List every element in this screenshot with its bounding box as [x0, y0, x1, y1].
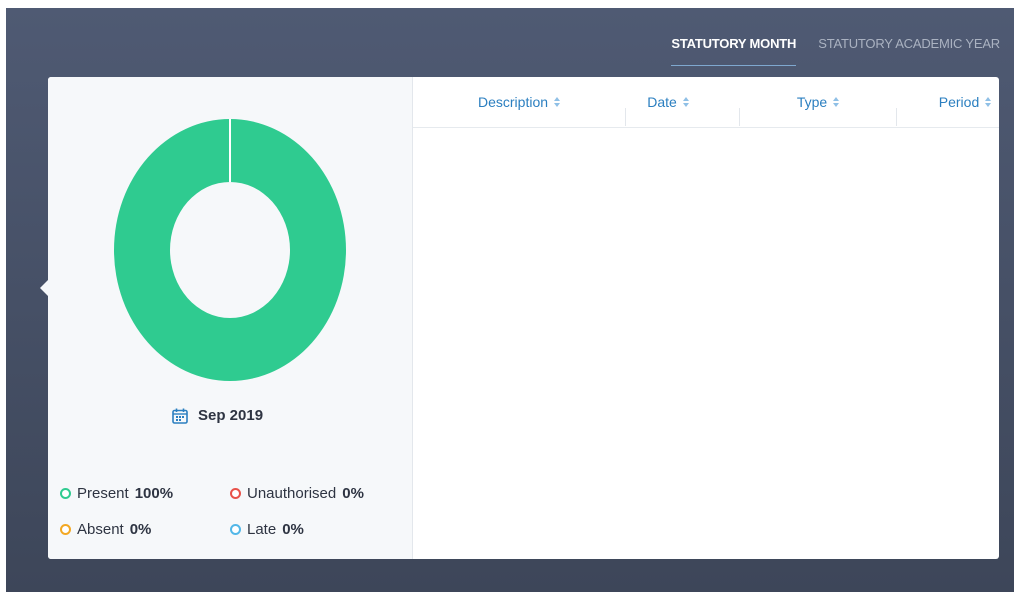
tab-statutory-month[interactable]: STATUTORY MONTH [671, 36, 796, 66]
legend-value: 0% [282, 521, 304, 538]
period-selector[interactable]: Sep 2019 [172, 407, 263, 424]
column-label: Date [647, 94, 677, 110]
column-label: Period [938, 94, 980, 110]
column-header-type[interactable]: Type [733, 77, 903, 127]
sort-icon [554, 97, 561, 107]
period-label: Sep 2019 [198, 407, 264, 424]
column-divider [896, 108, 897, 126]
legend-value: 0% [129, 521, 152, 538]
column-label: Description [477, 94, 549, 110]
card-pointer [40, 280, 48, 296]
attendance-table: Description Date Type Period [413, 77, 999, 559]
calendar-icon [172, 408, 188, 424]
column-header-date[interactable]: Date [593, 77, 743, 127]
legend-item-absent: Absent 0% [60, 521, 151, 538]
column-divider [625, 108, 626, 126]
legend-label: Absent [77, 521, 124, 538]
attendance-donut-chart [114, 119, 346, 381]
legend-label: Present [77, 485, 129, 502]
present-dot-icon [60, 488, 71, 499]
legend-label: Late [247, 521, 277, 538]
legend-item-unauthorised: Unauthorised 0% [230, 485, 364, 502]
legend-label: Unauthorised [247, 485, 337, 502]
legend-item-present: Present 100% [60, 485, 173, 502]
legend-value: 0% [342, 485, 364, 502]
attendance-summary-panel: Sep 2019 Present 100% Unauthorised 0% Ab… [48, 77, 413, 559]
attendance-card: Sep 2019 Present 100% Unauthorised 0% Ab… [48, 77, 999, 559]
tab-statutory-academic-year[interactable]: STATUTORY ACADEMIC YEAR [818, 36, 1000, 65]
absent-dot-icon [60, 524, 71, 535]
sort-icon [985, 97, 992, 107]
tab-bar: STATUTORY MONTH STATUTORY ACADEMIC YEAR [671, 36, 1000, 66]
column-divider [739, 108, 740, 126]
legend-value: 100% [134, 485, 174, 502]
unauthorised-dot-icon [230, 488, 241, 499]
sort-icon [833, 97, 840, 107]
table-header: Description Date Type Period [413, 77, 999, 128]
legend-item-late: Late 0% [230, 521, 304, 538]
sort-icon [682, 97, 689, 107]
column-label: Type [796, 94, 828, 110]
late-dot-icon [230, 524, 241, 535]
column-header-period[interactable]: Period [893, 77, 999, 127]
